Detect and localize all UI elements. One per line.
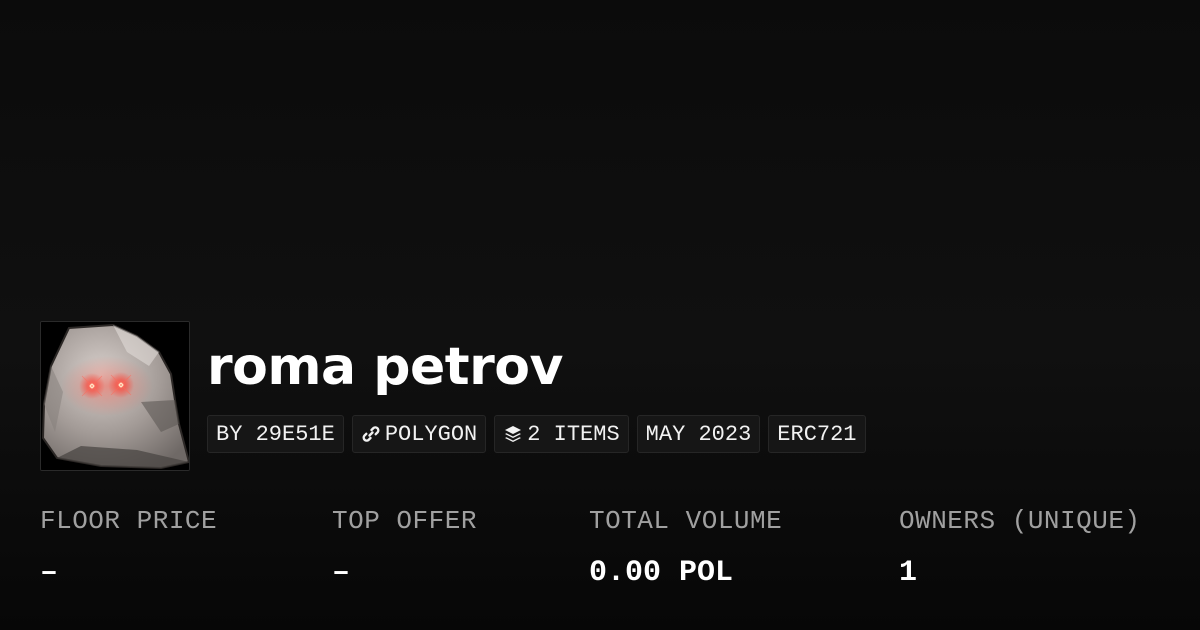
floor-price-label: FLOOR PRICE xyxy=(40,506,218,536)
creator-badge-label: BY 29E51E xyxy=(216,421,335,447)
header-text: roma petrov BY 29E51E POLYGON 2 ITEMS MA… xyxy=(207,337,866,453)
total-volume-stat: TOTAL VOLUME 0.00 POL xyxy=(589,505,782,591)
layers-icon xyxy=(503,424,523,444)
collection-title: roma petrov xyxy=(207,337,563,397)
items-badge[interactable]: 2 ITEMS xyxy=(494,415,629,453)
top-offer-value: – xyxy=(332,556,351,590)
owners-stat: OWNERS (UNIQUE) 1 xyxy=(899,505,1141,591)
chain-badge-label: POLYGON xyxy=(384,421,478,447)
standard-badge: ERC721 xyxy=(768,415,866,453)
total-volume-value: 0.00 POL xyxy=(589,556,734,590)
collection-header: roma petrov BY 29E51E POLYGON 2 ITEMS MA… xyxy=(40,321,866,471)
stats-row: FLOOR PRICE – TOP OFFER – TOTAL VOLUME 0… xyxy=(0,505,1200,605)
floor-price-value: – xyxy=(40,556,59,590)
date-badge-label: MAY 2023 xyxy=(645,421,752,447)
items-badge-label: 2 ITEMS xyxy=(527,421,620,447)
standard-badge-label: ERC721 xyxy=(777,421,857,447)
creator-badge[interactable]: BY 29E51E xyxy=(207,415,344,453)
owners-label: OWNERS (UNIQUE) xyxy=(899,506,1141,536)
total-volume-label: TOTAL VOLUME xyxy=(589,506,783,536)
badge-row: BY 29E51E POLYGON 2 ITEMS MAY 2023 ERC72… xyxy=(207,415,866,453)
top-offer-stat: TOP OFFER – xyxy=(332,505,477,591)
chain-badge[interactable]: POLYGON xyxy=(351,415,487,453)
top-offer-label: TOP OFFER xyxy=(332,506,477,536)
owners-value: 1 xyxy=(899,556,918,590)
rock-with-red-eyes-icon xyxy=(41,322,189,470)
chain-link-icon xyxy=(361,424,381,444)
floor-price-stat: FLOOR PRICE – xyxy=(40,505,217,591)
date-badge: MAY 2023 xyxy=(636,415,761,453)
collection-avatar[interactable] xyxy=(40,321,190,471)
